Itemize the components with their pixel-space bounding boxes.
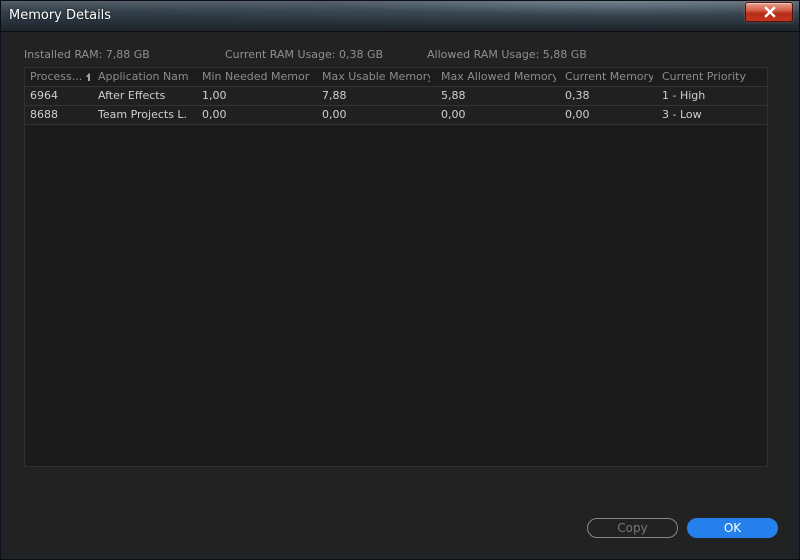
current-memory-cell: 0,00 (565, 108, 590, 121)
window-title: Memory Details (9, 8, 112, 23)
min-needed-memory-cell: 0,00 (202, 108, 227, 121)
column-header-process[interactable]: Process... (30, 69, 90, 85)
table-row[interactable]: 6964 After Effects 1,00 7,88 5,88 0,38 1… (25, 86, 767, 105)
sort-up-icon (86, 73, 90, 81)
memory-details-window: Memory Details Installed RAM: 7,88 GB Cu… (0, 0, 800, 560)
column-header-current-priority[interactable]: Current Priority (662, 69, 762, 85)
application-name-cell: After Effects (98, 89, 166, 102)
column-header-max-allowed-memory[interactable]: Max Allowed Memory (441, 69, 556, 85)
process-id-cell: 6964 (30, 89, 58, 102)
memory-table: Process... Application Name Min Needed M… (24, 67, 768, 467)
process-id-cell: 8688 (30, 108, 58, 121)
ok-button[interactable]: OK (687, 518, 778, 538)
dialog-content: Installed RAM: 7,88 GB Current RAM Usage… (8, 32, 792, 553)
table-row[interactable]: 8688 Team Projects L... 0,00 0,00 0,00 0… (25, 105, 767, 125)
column-header-current-memory[interactable]: Current Memory (565, 69, 653, 85)
column-header-min-needed-memory[interactable]: Min Needed Memory (202, 69, 310, 85)
allowed-ram-usage-label: Allowed RAM Usage: 5,88 GB (427, 48, 587, 61)
max-allowed-memory-cell: 0,00 (441, 108, 466, 121)
column-header-application-name[interactable]: Application Name (98, 69, 188, 85)
min-needed-memory-cell: 1,00 (202, 89, 227, 102)
copy-button[interactable]: Copy (587, 518, 678, 538)
max-usable-memory-cell: 7,88 (322, 89, 347, 102)
max-allowed-memory-cell: 5,88 (441, 89, 466, 102)
application-name-cell: Team Projects L... (98, 108, 188, 121)
column-header-label: Process... (30, 70, 83, 83)
column-header-max-usable-memory[interactable]: Max Usable Memory (322, 69, 430, 85)
close-button[interactable] (745, 2, 793, 22)
max-usable-memory-cell: 0,00 (322, 108, 347, 121)
installed-ram-label: Installed RAM: 7,88 GB (24, 48, 150, 61)
current-memory-cell: 0,38 (565, 89, 590, 102)
table-header-row: Process... Application Name Min Needed M… (25, 68, 767, 86)
current-priority-cell: 3 - Low (662, 108, 702, 121)
title-bar[interactable]: Memory Details (1, 1, 799, 32)
current-priority-cell: 1 - High (662, 89, 706, 102)
close-icon (764, 6, 776, 18)
current-ram-usage-label: Current RAM Usage: 0,38 GB (225, 48, 384, 61)
